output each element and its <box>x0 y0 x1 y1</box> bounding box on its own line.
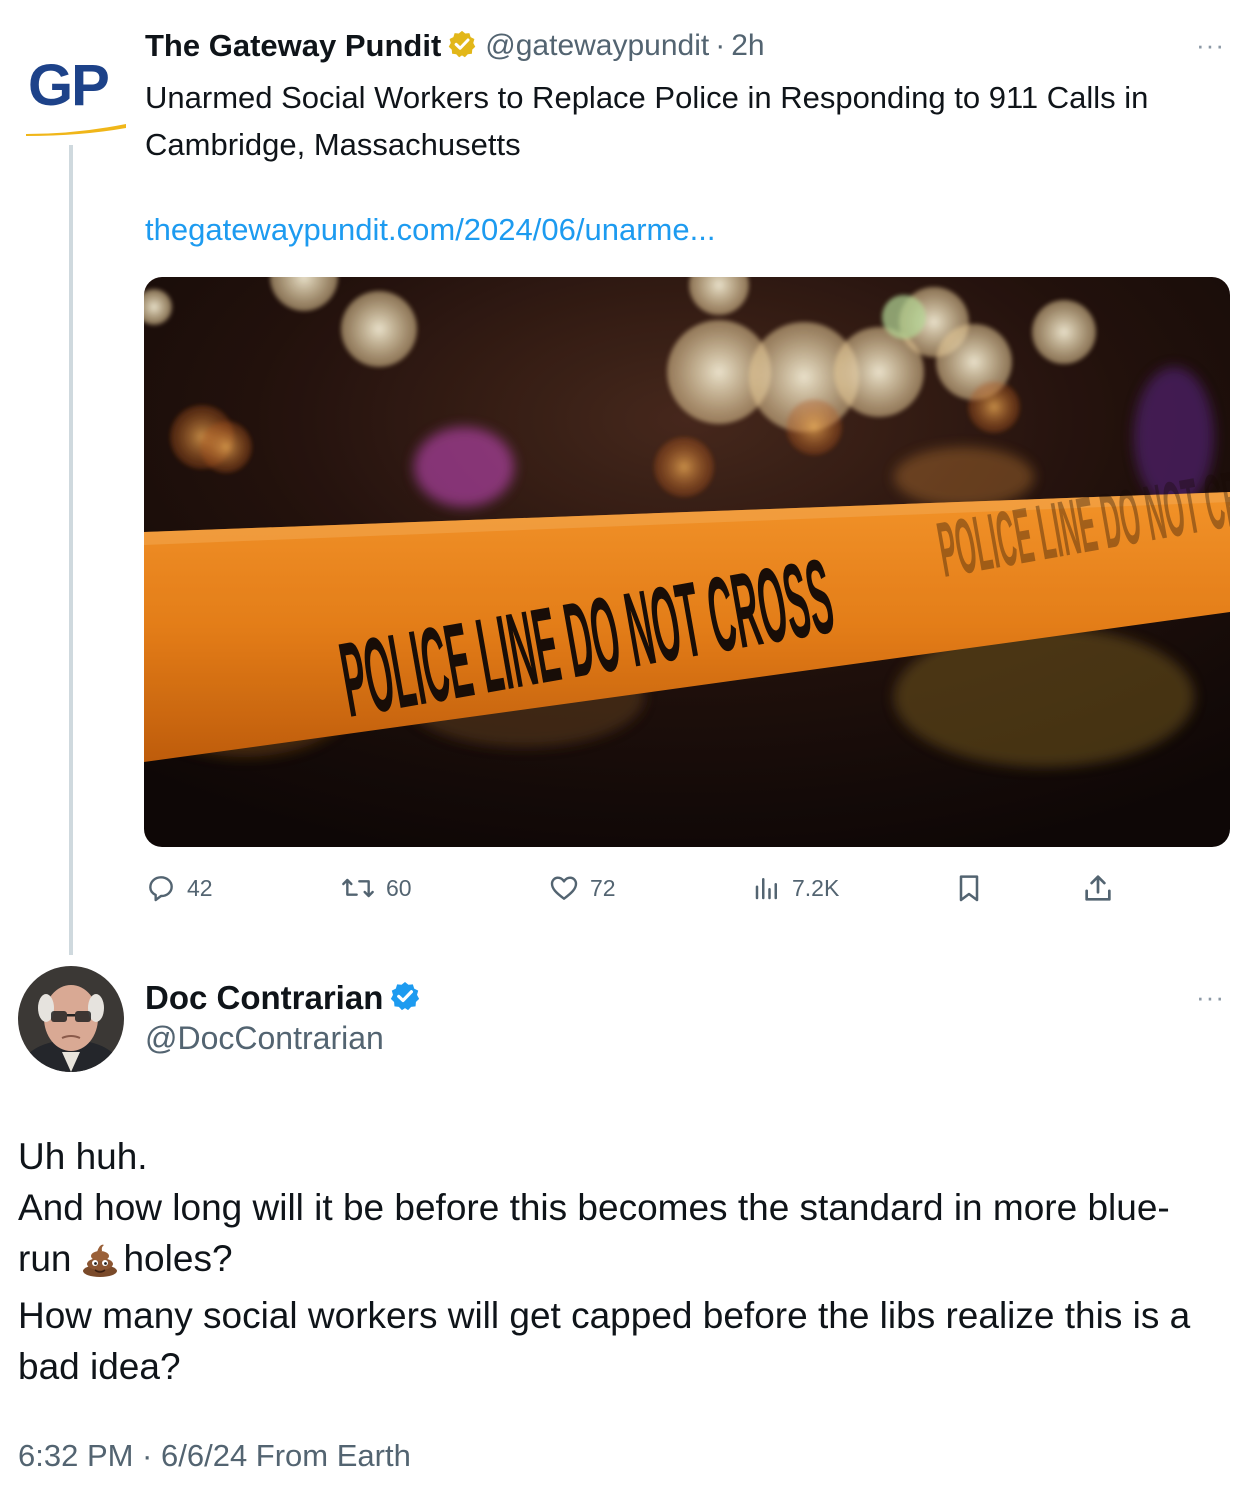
reply-count: 42 <box>187 874 213 901</box>
reply-icon <box>149 876 173 902</box>
tweet-actions-bar: 42 60 72 7.2K <box>145 868 1125 908</box>
timestamp[interactable]: 2h <box>731 29 764 63</box>
views-count: 7.2K <box>792 874 840 901</box>
tweet-line: Uh huh. <box>18 1136 148 1177</box>
share-button[interactable] <box>1081 868 1125 908</box>
author-handle[interactable]: @gatewaypundit <box>485 29 709 63</box>
tweet-line-part: run <box>18 1238 72 1279</box>
quoted-tweet-text: Unarmed Social Workers to Replace Police… <box>145 80 1149 162</box>
poop-emoji-icon <box>81 1239 119 1290</box>
gateway-pundit-logo[interactable]: GP <box>22 48 126 140</box>
repost-count: 60 <box>386 874 412 901</box>
thread-line <box>69 145 73 955</box>
more-options-icon[interactable]: ··· <box>1196 30 1225 61</box>
verified-blue-badge-icon[interactable] <box>389 980 421 1017</box>
like-count: 72 <box>590 874 616 901</box>
heart-icon <box>550 876 578 900</box>
bookmark-button[interactable] <box>953 868 995 908</box>
verified-gold-badge-icon[interactable] <box>447 29 477 64</box>
quoted-tweet-header: The Gateway Pundit @gatewaypundit · 2h <box>145 26 765 66</box>
author-handle[interactable]: @DocContrarian <box>145 1020 384 1057</box>
article-link[interactable]: thegatewaypundit.com/2024/06/unarme... <box>145 212 715 248</box>
tweet-line-with-emoji: run holes? <box>18 1233 1233 1290</box>
main-tweet-header: Doc Contrarian <box>145 976 429 1020</box>
tweet-line: And how long will it be before this beco… <box>18 1187 1170 1228</box>
author-name[interactable]: Doc Contrarian <box>145 979 383 1017</box>
reply-button[interactable]: 42 <box>145 868 213 908</box>
logo-swoosh-icon <box>26 124 126 136</box>
repost-button[interactable]: 60 <box>340 868 412 908</box>
tweet-line-part: holes? <box>123 1238 233 1279</box>
like-button[interactable]: 72 <box>548 868 616 908</box>
views-button[interactable]: 7.2K <box>752 868 839 908</box>
tweet-media-image[interactable]: POLICE LINE DO NOT CROSS POLICE LINE DO … <box>144 277 1230 847</box>
avatar[interactable] <box>18 966 124 1072</box>
repost-icon <box>342 878 374 898</box>
logo-text: GP <box>28 53 110 118</box>
views-chart-icon <box>755 878 777 900</box>
tweet-timestamp-footer[interactable]: 6:32 PM · 6/6/24 From Earth <box>18 1438 411 1474</box>
more-options-icon[interactable]: ··· <box>1196 982 1225 1013</box>
author-name[interactable]: The Gateway Pundit <box>145 28 441 64</box>
bookmark-icon <box>959 875 979 902</box>
tweet-body: Uh huh. And how long will it be before t… <box>18 1131 1233 1392</box>
tweet-line: How many social workers will get capped … <box>18 1295 1191 1336</box>
meta-separator: · <box>715 29 726 62</box>
tweet-line: bad idea? <box>18 1346 181 1387</box>
share-icon <box>1085 875 1111 901</box>
